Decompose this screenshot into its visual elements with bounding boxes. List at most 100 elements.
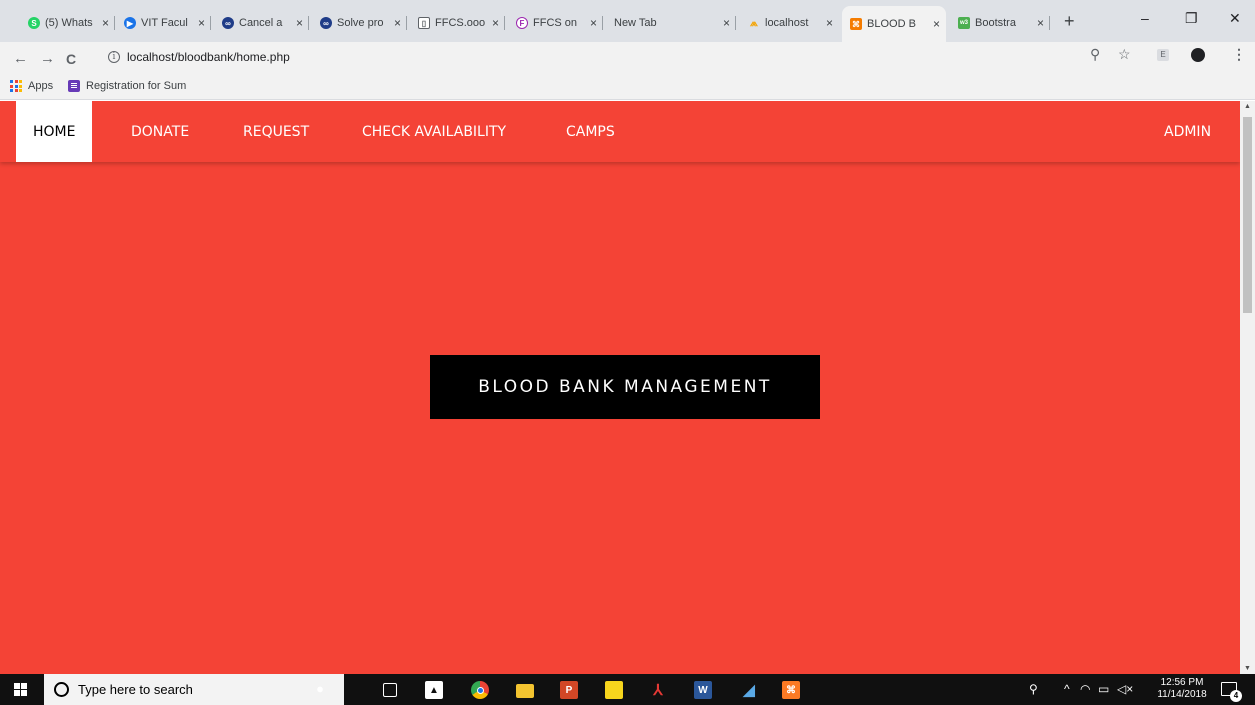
reload-button[interactable]: C <box>66 50 76 68</box>
app-icon[interactable]: ◢ <box>740 681 758 699</box>
bookmarks-bar: Apps Registration for Sum <box>0 76 1255 100</box>
scroll-down-icon[interactable]: ▼ <box>1244 665 1251 672</box>
acrobat-icon[interactable]: ⅄ <box>649 681 667 699</box>
clock-time: 12:56 PM <box>1160 677 1204 688</box>
close-tab-icon[interactable]: × <box>296 16 303 30</box>
forward-button[interactable]: → <box>40 50 55 68</box>
codechef-icon: ∞ <box>222 17 234 29</box>
search-placeholder: Type here to search <box>78 682 193 697</box>
new-tab-button[interactable]: + <box>1064 12 1075 30</box>
browser-tab[interactable]: ∞ Cancel a × <box>214 8 309 38</box>
close-tab-icon[interactable]: × <box>1037 16 1044 30</box>
battery-icon[interactable]: ▭ <box>1098 682 1109 696</box>
browser-tab[interactable]: ▶ VIT Facul × <box>116 8 211 38</box>
bookmark-label: Registration for Sum <box>86 80 187 92</box>
file-explorer-icon[interactable] <box>516 684 534 698</box>
apps-grid-icon <box>10 80 22 92</box>
task-view-icon[interactable] <box>383 683 397 697</box>
browser-tab[interactable]: ⩕ localhost × <box>740 8 839 38</box>
close-tab-icon[interactable]: × <box>492 16 499 30</box>
close-tab-icon[interactable]: × <box>723 16 730 30</box>
close-tab-icon[interactable]: × <box>198 16 205 30</box>
vit-icon: ▶ <box>124 17 136 29</box>
xampp-icon: ⌘ <box>850 18 862 30</box>
site-navbar: HOME DONATE REQUEST CHECK AVAILABILITY C… <box>0 101 1240 162</box>
w3schools-icon: w3 <box>958 17 970 29</box>
minimize-button[interactable]: – <box>1141 10 1149 26</box>
address-bar[interactable]: i localhost/bloodbank/home.php <box>108 46 1148 68</box>
close-tab-icon[interactable]: × <box>590 16 597 30</box>
url-text: localhost/bloodbank/home.php <box>127 50 290 64</box>
bookmark-apps[interactable]: Apps <box>10 80 53 92</box>
taskbar-search[interactable]: Type here to search <box>44 674 344 705</box>
cortana-icon <box>54 682 69 697</box>
powerpoint-icon[interactable]: P <box>560 681 578 699</box>
word-icon[interactable]: W <box>694 681 712 699</box>
dark-mode-extension-icon[interactable] <box>1191 48 1205 62</box>
phpmyadmin-icon: ⩕ <box>750 17 758 29</box>
taskbar-clock[interactable]: 12:56 PM 11/14/2018 <box>1154 677 1210 701</box>
xampp-icon[interactable]: ⌘ <box>782 681 800 699</box>
scroll-up-icon[interactable]: ▲ <box>1244 103 1251 110</box>
tab-title: localhost <box>765 17 809 29</box>
show-hidden-icons[interactable]: ^ <box>1064 682 1070 696</box>
tab-title: New Tab <box>614 17 657 29</box>
tab-title: Bootstra <box>975 17 1016 29</box>
browser-tab[interactable]: F FFCS on × <box>508 8 603 38</box>
site-info-icon[interactable]: i <box>108 51 120 63</box>
close-window-button[interactable]: ✕ <box>1229 10 1241 27</box>
scrollbar-thumb[interactable] <box>1243 117 1252 313</box>
clock-date: 11/14/2018 <box>1157 689 1207 700</box>
wifi-icon[interactable]: ◠ <box>1080 682 1090 696</box>
tab-title: (5) Whats <box>45 17 93 29</box>
hero-title: BLOOD BANK MANAGEMENT <box>430 355 820 419</box>
mic-icon[interactable]: ⏺ <box>311 681 329 699</box>
chrome-icon[interactable] <box>471 681 489 699</box>
notification-count: 4 <box>1230 690 1242 702</box>
people-icon[interactable]: ⚲ <box>1029 682 1038 696</box>
browser-tab[interactable]: New Tab × <box>606 8 736 38</box>
browser-tab[interactable]: ∞ Solve pro × <box>312 8 407 38</box>
action-center-icon[interactable]: 4 <box>1221 682 1242 702</box>
bookmark-registration[interactable]: Registration for Sum <box>68 80 186 92</box>
browser-tab-active[interactable]: ⌘ BLOOD B × <box>842 6 946 42</box>
tab-title: BLOOD B <box>867 18 916 30</box>
tab-title: FFCS on <box>533 17 578 29</box>
nav-camps[interactable]: CAMPS <box>549 101 632 162</box>
browser-tab-strip: S (5) Whats × ▶ VIT Facul × ∞ Cancel a ×… <box>0 0 1255 42</box>
zoom-icon[interactable]: ⚲ <box>1090 46 1100 63</box>
photos-icon[interactable]: ▲ <box>425 681 443 699</box>
browser-tab[interactable]: S (5) Whats × <box>20 8 115 38</box>
windows-start-icon[interactable] <box>14 683 27 696</box>
nav-check-availability[interactable]: CHECK AVAILABILITY <box>345 101 523 162</box>
nav-admin[interactable]: ADMIN <box>1147 101 1228 162</box>
extension-icon[interactable]: E <box>1157 49 1169 61</box>
tab-title: Cancel a <box>239 17 283 29</box>
nav-donate[interactable]: DONATE <box>114 101 206 162</box>
tab-title: FFCS.ooo <box>435 17 486 29</box>
document-icon: ▯ <box>418 17 430 29</box>
windows-taskbar: Type here to search ⏺ ▲ P ⅄ W ◢ ⌘ ⚲ ^ ◠ … <box>0 674 1255 705</box>
close-tab-icon[interactable]: × <box>102 16 109 30</box>
tab-title: Solve pro <box>337 17 384 29</box>
nav-home[interactable]: HOME <box>16 101 93 162</box>
browser-tab[interactable]: ▯ FFCS.ooo × <box>410 8 505 38</box>
close-tab-icon[interactable]: × <box>394 16 401 30</box>
nav-request[interactable]: REQUEST <box>226 101 326 162</box>
sticky-notes-icon[interactable] <box>605 681 623 699</box>
menu-icon[interactable]: ⋮ <box>1232 46 1246 63</box>
codechef-icon: ∞ <box>320 17 332 29</box>
page-scrollbar[interactable]: ▲ ▼ <box>1240 101 1255 674</box>
restore-button[interactable]: ❐ <box>1185 10 1198 27</box>
close-tab-icon[interactable]: × <box>826 16 833 30</box>
page-content: HOME DONATE REQUEST CHECK AVAILABILITY C… <box>0 101 1240 674</box>
volume-icon[interactable]: ◁× <box>1117 682 1133 696</box>
bookmark-star-icon[interactable]: ☆ <box>1118 46 1131 63</box>
back-button[interactable]: ← <box>13 50 28 68</box>
close-tab-icon[interactable]: × <box>933 17 940 31</box>
browser-tab[interactable]: w3 Bootstra × <box>950 8 1050 38</box>
tab-title: VIT Facul <box>141 17 188 29</box>
bookmark-label: Apps <box>28 80 54 92</box>
ffcs-icon: F <box>516 17 528 29</box>
whatsapp-icon: S <box>28 17 40 29</box>
